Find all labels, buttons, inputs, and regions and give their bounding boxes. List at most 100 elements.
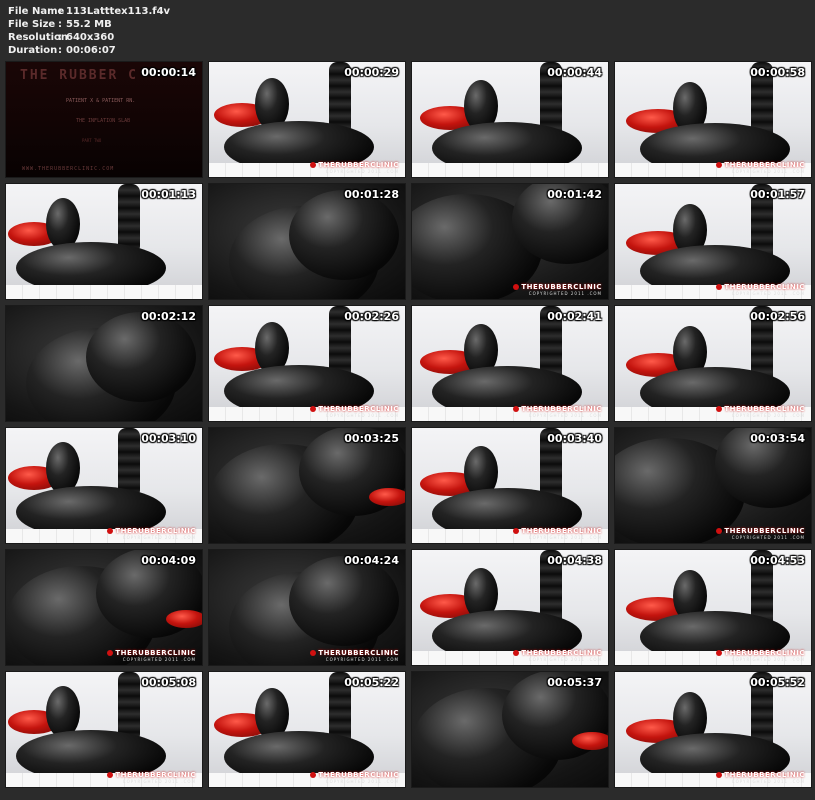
dark-closeup-scene [412,672,608,787]
timestamp-label: 00:01:13 [141,188,196,201]
light-room-scene [615,550,811,665]
watermark-brand: THERUBBERCLINIC [521,405,602,413]
brand-logo-icon [716,772,723,778]
timestamp-label: 00:02:56 [750,310,805,323]
info-value: 00:06:07 [66,45,116,56]
brand-logo-icon [513,528,520,534]
brand-logo-icon [310,650,317,656]
brand-watermark: THERUBBERCLINIC COPYRIGHTED 2011 .COM [716,771,805,784]
brand-watermark: THERUBBERCLINIC COPYRIGHTED 2011 .COM [513,527,602,540]
watermark-copyright: COPYRIGHTED 2011 .COM [731,657,805,662]
brand-logo-icon [107,772,114,778]
watermark-brand-line: THERUBBERCLINIC [310,161,399,169]
video-thumbnail[interactable]: 00:01:42 THERUBBERCLINIC COPYRIGHTED 2011 … [411,183,609,300]
watermark-copyright: COPYRIGHTED 2011 .COM [731,535,805,540]
watermark-copyright: COPYRIGHTED 2011 .COM [122,535,196,540]
video-thumbnail[interactable]: 00:00:44 [411,61,609,178]
watermark-copyright: COPYRIGHTED 2011 .COM [731,779,805,784]
brand-logo-icon [716,162,723,168]
watermark-brand-line: THERUBBERCLINIC [107,649,196,657]
video-thumbnail[interactable]: 00:00:29 THERUBBERCLINIC COPYRIGHTED 2011 … [208,61,406,178]
brand-watermark: THERUBBERCLINIC COPYRIGHTED 2011 .COM [513,283,602,296]
watermark-copyright: COPYRIGHTED 2011 .COM [528,413,602,418]
video-thumbnail[interactable]: 00:05:08 THERUBBERCLINIC COPYRIGHTED 2011 … [5,671,203,788]
watermark-brand: THERUBBERCLINIC [724,649,805,657]
timestamp-label: 00:02:12 [141,310,196,323]
watermark-brand: THERUBBERCLINIC [318,161,399,169]
watermark-brand-line: THERUBBERCLINIC [310,771,399,779]
light-room-scene [412,306,608,421]
video-thumbnail[interactable]: 00:02:56 THERUBBERCLINIC COPYRIGHTED 2011 … [614,305,812,422]
video-thumbnail[interactable]: THE RUBBER C PATIENT X & PATIENT RN. THE I… [5,61,203,178]
video-thumbnail[interactable]: 00:03:25 [208,427,406,544]
video-thumbnail[interactable]: 00:00:58 THERUBBERCLINIC COPYRIGHTED 2011 … [614,61,812,178]
light-room-scene [209,672,405,787]
watermark-brand-line: THERUBBERCLINIC [716,527,805,535]
light-room-scene [209,306,405,421]
info-separator: : [58,6,62,17]
closeup-shape [289,190,399,280]
timestamp-label: 00:03:40 [547,432,602,445]
light-room-scene [615,62,811,177]
brand-watermark: THERUBBERCLINIC COPYRIGHTED 2011 .COM [716,161,805,174]
title-card-heading: THE RUBBER C [20,68,138,83]
title-card-line1: PATIENT X & PATIENT RN. [66,98,136,104]
video-thumbnail[interactable]: 00:02:41 THERUBBERCLINIC COPYRIGHTED 2011 … [411,305,609,422]
tiled-floor [6,285,202,299]
video-thumbnail[interactable]: 00:02:26 THERUBBERCLINIC COPYRIGHTED 2011 … [208,305,406,422]
brand-logo-icon [310,162,317,168]
video-thumbnail[interactable]: 00:04:24 THERUBBERCLINIC COPYRIGHTED 2011 … [208,549,406,666]
info-row: Resolution:640x360 [8,31,170,44]
light-room-scene [615,672,811,787]
watermark-brand: THERUBBERCLINIC [724,405,805,413]
watermark-copyright: COPYRIGHTED 2011 .COM [122,657,196,662]
watermark-brand-line: THERUBBERCLINIC [716,283,805,291]
timestamp-label: 00:05:52 [750,676,805,689]
info-separator: : [58,45,62,56]
video-thumbnail[interactable]: 00:05:22 THERUBBERCLINIC COPYRIGHTED 2011 … [208,671,406,788]
brand-logo-icon [513,650,520,656]
dark-closeup-scene [615,428,811,543]
dark-closeup-scene [209,428,405,543]
watermark-brand: THERUBBERCLINIC [115,771,196,779]
video-thumbnail[interactable]: 00:04:09 THERUBBERCLINIC COPYRIGHTED 2011 … [5,549,203,666]
timestamp-label: 00:00:14 [141,66,196,79]
watermark-brand-line: THERUBBERCLINIC [716,649,805,657]
brand-watermark: THERUBBERCLINIC COPYRIGHTED 2011 .COM [310,649,399,662]
video-thumbnail[interactable]: 00:01:57 THERUBBERCLINIC COPYRIGHTED 2011 … [614,183,812,300]
brand-logo-icon [513,406,520,412]
watermark-brand-line: THERUBBERCLINIC [716,161,805,169]
video-thumbnail[interactable]: 00:02:12 [5,305,203,422]
timestamp-label: 00:04:24 [344,554,399,567]
video-thumbnail[interactable]: 00:04:53 THERUBBERCLINIC COPYRIGHTED 2011 … [614,549,812,666]
light-room-scene [209,62,405,177]
watermark-brand: THERUBBERCLINIC [318,405,399,413]
brand-watermark: THERUBBERCLINIC COPYRIGHTED 2011 .COM [716,283,805,296]
timestamp-label: 00:01:57 [750,188,805,201]
info-separator: : [58,19,62,30]
watermark-brand: THERUBBERCLINIC [521,283,602,291]
video-thumbnail[interactable]: 00:04:38 THERUBBERCLINIC COPYRIGHTED 2011 … [411,549,609,666]
timestamp-label: 00:05:37 [547,676,602,689]
video-thumbnail[interactable]: 00:01:13 [5,183,203,300]
watermark-brand: THERUBBERCLINIC [318,649,399,657]
brand-watermark: THERUBBERCLINIC COPYRIGHTED 2011 .COM [716,649,805,662]
watermark-brand: THERUBBERCLINIC [724,527,805,535]
video-thumbnail[interactable]: 00:03:10 THERUBBERCLINIC COPYRIGHTED 2011 … [5,427,203,544]
tiled-floor [412,163,608,177]
watermark-brand-line: THERUBBERCLINIC [716,405,805,413]
brand-logo-icon [310,406,317,412]
red-cushion [369,488,405,506]
watermark-brand: THERUBBERCLINIC [318,771,399,779]
brand-watermark: THERUBBERCLINIC COPYRIGHTED 2011 .COM [310,405,399,418]
video-thumbnail[interactable]: 00:05:52 THERUBBERCLINIC COPYRIGHTED 2011 … [614,671,812,788]
video-thumbnail[interactable]: 00:03:54 THERUBBERCLINIC COPYRIGHTED 2011 … [614,427,812,544]
info-key: Resolution [8,32,69,43]
watermark-copyright: COPYRIGHTED 2011 .COM [528,657,602,662]
file-info-panel: File Name:113Latttex113.f4v File Size:55.… [8,5,170,57]
thumbnail-grid: THE RUBBER C PATIENT X & PATIENT RN. THE I… [5,61,812,788]
video-thumbnail[interactable]: 00:05:37 [411,671,609,788]
video-thumbnail[interactable]: 00:01:28 [208,183,406,300]
video-thumbnail[interactable]: 00:03:40 THERUBBERCLINIC COPYRIGHTED 2011 … [411,427,609,544]
title-card-url: WWW.THERUBBERCLINIC.COM [22,166,115,172]
